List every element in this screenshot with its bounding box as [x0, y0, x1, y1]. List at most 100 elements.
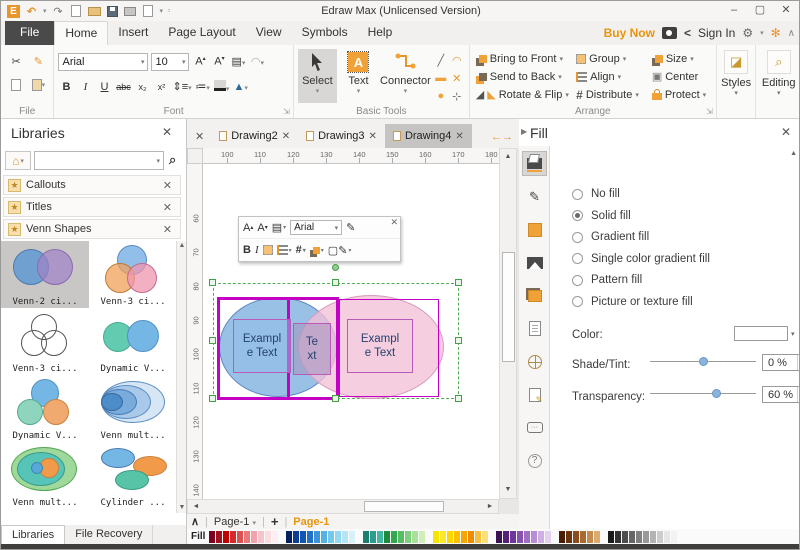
tab-page-layout[interactable]: Page Layout: [158, 21, 245, 45]
fill-option-pattern-fill[interactable]: Pattern fill: [572, 274, 642, 286]
save-icon[interactable]: [106, 5, 119, 18]
size-button[interactable]: Size▾: [650, 53, 712, 65]
palette-swatch[interactable]: [510, 531, 516, 543]
bold-icon[interactable]: B: [58, 81, 74, 93]
palette-swatch[interactable]: [370, 531, 376, 543]
arc-shape-icon[interactable]: ◠: [452, 54, 462, 67]
palette-swatch[interactable]: [391, 531, 397, 543]
connection-point[interactable]: [332, 264, 339, 271]
close-button[interactable]: ✕: [773, 2, 799, 20]
styles-dropdown[interactable]: ▾: [734, 89, 738, 97]
paste-special-dropdown[interactable]: ▾: [160, 7, 164, 15]
minimize-button[interactable]: –: [721, 2, 747, 20]
libraries-panel-close-icon[interactable]: ✕: [162, 125, 172, 139]
selection-handle[interactable]: [209, 337, 216, 344]
paste-icon[interactable]: ▾: [30, 77, 47, 94]
library-section-titles[interactable]: ★Titles✕: [3, 197, 181, 217]
buy-now-link[interactable]: Buy Now: [604, 26, 655, 40]
palette-swatch[interactable]: [608, 531, 614, 543]
redo-icon[interactable]: ↷: [52, 5, 65, 18]
palette-swatch[interactable]: [419, 531, 425, 543]
tab-file[interactable]: File: [5, 21, 54, 45]
mini-decrease-font-icon[interactable]: A▾: [257, 222, 267, 234]
venn-left-text[interactable]: Exampl e Text: [233, 319, 291, 373]
palette-swatch[interactable]: [216, 531, 222, 543]
highlight-color-icon[interactable]: ▾: [214, 80, 230, 94]
palette-swatch[interactable]: [566, 531, 572, 543]
close-document-icon[interactable]: ✕: [187, 130, 211, 148]
line-shape-icon[interactable]: ╱: [437, 54, 444, 67]
library-home-button[interactable]: ⌂▾: [5, 151, 31, 170]
help-pane-icon[interactable]: ?: [522, 448, 547, 473]
mini-format-painter-icon[interactable]: ✎: [346, 221, 355, 234]
close-tab-icon[interactable]: ✕: [455, 131, 463, 142]
palette-swatch[interactable]: [482, 531, 488, 543]
vertical-scroll-thumb[interactable]: [502, 252, 515, 362]
undo-dropdown[interactable]: ▾: [43, 7, 47, 15]
fill-option-gradient-fill[interactable]: Gradient fill: [572, 231, 649, 243]
close-tab-icon[interactable]: ✕: [369, 131, 377, 142]
superscript-icon[interactable]: x²: [153, 82, 169, 92]
scroll-right-icon[interactable]: ►: [483, 500, 497, 514]
fill-option-no-fill[interactable]: No fill: [572, 188, 620, 200]
palette-swatch[interactable]: [223, 531, 229, 543]
bullets-icon[interactable]: ≔▾: [195, 80, 211, 93]
shade-tint-spinner[interactable]: 0 %▲▼: [762, 354, 800, 371]
align-button[interactable]: Align▾: [574, 71, 650, 83]
palette-swatch[interactable]: [531, 531, 537, 543]
palette-swatch[interactable]: [671, 531, 677, 543]
fill-panel-expand-icon[interactable]: ▶: [521, 127, 527, 136]
text-block-icon[interactable]: ▤▾: [230, 55, 246, 68]
shape-item-5[interactable]: Venn mult...: [89, 375, 177, 442]
palette-swatch[interactable]: [545, 531, 551, 543]
library-scroll-down-icon[interactable]: ▼: [177, 503, 187, 513]
group-button[interactable]: Group▾: [574, 53, 650, 65]
shape-item-1[interactable]: Venn-3 ci...: [89, 241, 177, 308]
selection-handle[interactable]: [332, 279, 339, 286]
share-icon[interactable]: <: [684, 26, 691, 40]
palette-swatch[interactable]: [349, 531, 355, 543]
connector-tool-button[interactable]: Connector ▾: [380, 49, 431, 103]
copy-icon[interactable]: [8, 77, 25, 94]
print-icon[interactable]: [124, 5, 137, 18]
delete-shape-icon[interactable]: ✕: [452, 72, 461, 85]
bring-to-front-button[interactable]: Bring to Front▾: [474, 53, 574, 65]
palette-swatch[interactable]: [587, 531, 593, 543]
mini-toolbar-close-icon[interactable]: ✕: [390, 217, 398, 228]
tab-insert[interactable]: Insert: [108, 21, 158, 45]
palette-swatch[interactable]: [496, 531, 502, 543]
document-tab-drawing3[interactable]: Drawing3✕: [298, 124, 385, 148]
text-arc-icon[interactable]: ◠▾: [249, 55, 265, 68]
page-selector[interactable]: Page-1 ▾: [214, 516, 256, 528]
strikethrough-icon[interactable]: abc: [115, 82, 131, 92]
vertical-scrollbar[interactable]: ▲ ▼: [499, 148, 517, 499]
shape-item-7[interactable]: Cylinder ...: [89, 442, 177, 509]
close-tab-icon[interactable]: ✕: [282, 131, 290, 142]
selection-handle[interactable]: [209, 279, 216, 286]
page-setup-pane-icon[interactable]: [522, 316, 547, 341]
palette-swatch[interactable]: [594, 531, 600, 543]
palette-swatch[interactable]: [286, 531, 292, 543]
quick-style-pane-icon[interactable]: [522, 217, 547, 242]
shape-item-3[interactable]: Dynamic V...: [89, 308, 177, 375]
undo-icon[interactable]: ↶: [25, 5, 38, 18]
library-section-callouts[interactable]: ★Callouts✕: [3, 175, 181, 195]
palette-swatch[interactable]: [573, 531, 579, 543]
palette-swatch[interactable]: [398, 531, 404, 543]
increase-font-icon[interactable]: A▴: [192, 55, 208, 68]
settings-gear-icon[interactable]: ⚙: [742, 26, 753, 40]
arrange-dialog-launcher-icon[interactable]: ⇲: [706, 107, 713, 116]
decrease-font-icon[interactable]: A▾: [211, 55, 227, 68]
palette-swatch[interactable]: [461, 531, 467, 543]
editing-dropdown[interactable]: ▾: [777, 89, 781, 97]
fill-color-dropdown-icon[interactable]: ▾: [791, 330, 795, 338]
hyperlink-pane-icon[interactable]: [522, 349, 547, 374]
horizontal-scroll-thumb[interactable]: [364, 501, 444, 512]
mini-indent-icon[interactable]: ▤▾: [272, 221, 286, 234]
palette-swatch[interactable]: [384, 531, 390, 543]
styles-icon[interactable]: ◪: [724, 50, 748, 74]
library-section-close-icon[interactable]: ✕: [163, 201, 172, 214]
center-button[interactable]: ▣Center: [650, 70, 712, 83]
mini-shape-style-icon[interactable]: ▢✎▾: [328, 244, 352, 257]
tab-view[interactable]: View: [246, 21, 292, 45]
